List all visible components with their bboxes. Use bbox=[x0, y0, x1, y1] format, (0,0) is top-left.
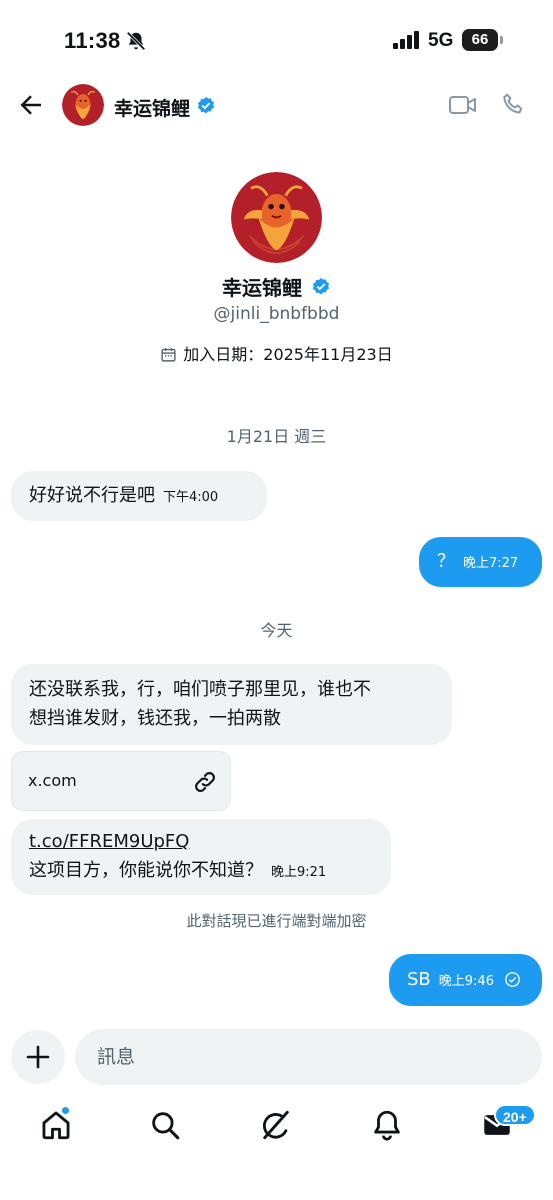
message-time: 晚上9:21 bbox=[271, 865, 327, 880]
message-time: 晚上9:46 bbox=[438, 974, 494, 989]
message-link[interactable]: t.co/FFREM9UpFQ bbox=[29, 831, 189, 852]
message-text-line: 还没联系我，行，咱们喷子那里见，谁也不 bbox=[29, 679, 371, 700]
message-bubble-outgoing[interactable]: SB 晚上9:46 bbox=[389, 954, 542, 1006]
search-icon[interactable] bbox=[148, 1108, 182, 1142]
chat-header: 幸运锦鲤 bbox=[0, 80, 553, 132]
message-bubble-incoming[interactable]: t.co/FFREM9UpFQ 这项目方，你能说你不知道？ 晚上9:21 bbox=[11, 819, 391, 895]
message-text: ？ bbox=[437, 551, 455, 572]
home-indicator bbox=[0, 1180, 553, 1200]
profile-handle: @jinli_bnbfbbd bbox=[213, 304, 340, 324]
profile-joined-date: 加入日期：2025年11月23日 bbox=[0, 341, 553, 365]
link-domain: x.com bbox=[28, 771, 77, 790]
header-avatar[interactable] bbox=[62, 84, 104, 126]
video-call-icon[interactable] bbox=[448, 92, 478, 118]
battery-cap bbox=[500, 36, 503, 44]
profile-name: 幸运锦鲤 bbox=[221, 276, 302, 300]
message-text: 好好说不行是吧 bbox=[29, 485, 155, 506]
date-separator: 1月21日 週三 bbox=[226, 427, 327, 446]
message-text: 这项目方，你能说你不知道？ bbox=[29, 860, 263, 881]
header-name[interactable]: 幸运锦鲤 bbox=[114, 94, 190, 121]
verified-badge-icon bbox=[312, 277, 330, 294]
message-text: SB bbox=[407, 969, 431, 990]
battery-level: 66 bbox=[462, 29, 498, 51]
link-preview-card[interactable]: x.com bbox=[11, 751, 231, 811]
message-bubble-incoming[interactable]: 好好说不行是吧 下午4:00 bbox=[11, 471, 267, 521]
grok-icon[interactable] bbox=[259, 1108, 293, 1142]
read-check-icon bbox=[504, 972, 520, 987]
profile-avatar[interactable] bbox=[231, 172, 322, 263]
network-type: 5G bbox=[428, 30, 454, 51]
notifications-icon[interactable] bbox=[370, 1108, 404, 1142]
plus-icon bbox=[26, 1045, 50, 1069]
message-input[interactable] bbox=[75, 1029, 542, 1085]
bottom-nav bbox=[0, 1100, 553, 1156]
encryption-note: 此對話現已進行端對端加密 bbox=[186, 912, 367, 930]
calendar-icon bbox=[161, 348, 176, 362]
back-arrow-icon[interactable] bbox=[16, 90, 46, 120]
home-notification-dot bbox=[61, 1106, 70, 1115]
verified-badge-icon bbox=[197, 96, 215, 114]
signal-icon bbox=[393, 31, 419, 49]
phone-call-icon[interactable] bbox=[500, 92, 526, 118]
profile-name-row: 幸运锦鲤 bbox=[0, 272, 553, 301]
message-time: 晚上7:27 bbox=[463, 556, 519, 571]
date-separator: 今天 bbox=[260, 621, 293, 640]
status-time: 11:38 bbox=[64, 28, 121, 53]
link-icon bbox=[195, 772, 215, 792]
add-attachment-button[interactable] bbox=[11, 1030, 65, 1084]
message-bubble-outgoing[interactable]: ？ 晚上7:27 bbox=[419, 537, 542, 587]
joined-text: 加入日期：2025年11月23日 bbox=[183, 345, 393, 364]
message-text-line: 想挡谁发财，钱还我，一拍两散 bbox=[29, 708, 281, 729]
message-time: 下午4:00 bbox=[163, 490, 219, 505]
status-bar: 11:38 5G 66 bbox=[0, 0, 553, 80]
message-bubble-incoming[interactable]: 还没联系我，行，咱们喷子那里见，谁也不 想挡谁发财，钱还我，一拍两散 bbox=[11, 664, 452, 745]
mute-bell-icon bbox=[126, 31, 146, 51]
messages-badge: 20+ bbox=[494, 1104, 536, 1126]
